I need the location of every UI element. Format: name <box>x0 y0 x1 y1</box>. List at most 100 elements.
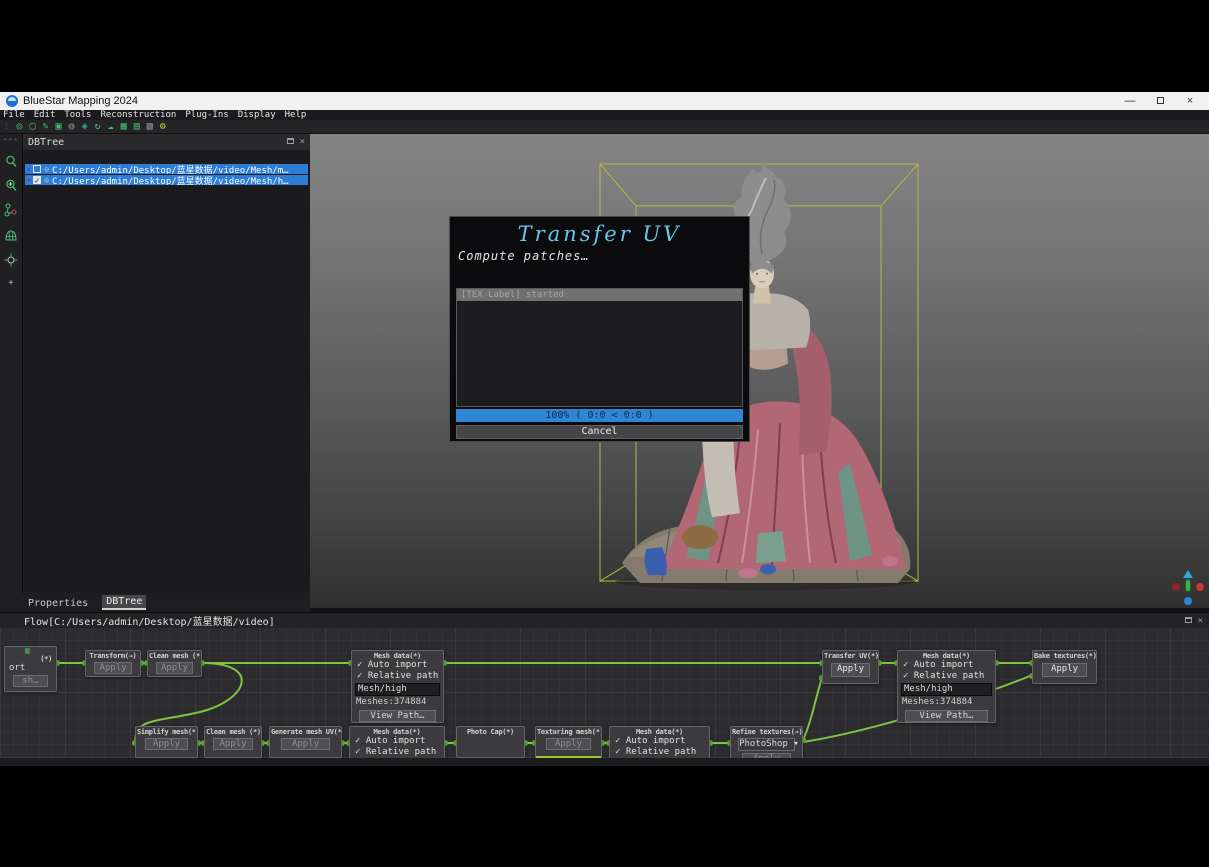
cloud-icon[interactable]: ☁ <box>108 121 114 133</box>
expand-arrow-icon[interactable]: ▸ <box>27 176 31 184</box>
apply-button[interactable]: Apply <box>213 738 252 750</box>
axis-gizmo[interactable] <box>1171 570 1205 606</box>
sync-icon[interactable]: ↻ <box>95 121 101 133</box>
viewport-3d-canvas[interactable] <box>310 134 1209 608</box>
flow-node-generate-mesh-uv[interactable]: Generate mesh UV(*) Apply <box>269 726 342 758</box>
checkbox-relative-path[interactable]: ✓ Relative path <box>898 671 995 682</box>
flow-header: Flow[C:/Users/admin/Desktop/蓝星数据/video] … <box>0 612 1209 628</box>
flow-bottom-strip <box>0 758 1209 766</box>
axis-y-icon <box>1185 579 1191 592</box>
transfer-uv-dialog: Transfer UV Compute patches… [TEX Label]… <box>449 216 750 442</box>
image-icon[interactable]: ▤ <box>134 121 140 133</box>
settings-icon[interactable]: ⚙ <box>160 121 166 133</box>
checkbox-auto-import[interactable]: ✓ Auto import <box>352 660 443 671</box>
flow-node-clean-mesh-2[interactable]: Clean mesh (*)Apply <box>204 726 262 758</box>
top-black-bar <box>0 0 1209 92</box>
flow-wire <box>803 678 822 740</box>
visibility-checkbox[interactable]: ✓ <box>33 176 41 184</box>
export-icon[interactable]: ▧ <box>147 121 153 133</box>
axis-z-icon <box>1183 570 1193 578</box>
checkbox-auto-import[interactable]: ✓ Auto import <box>898 660 995 671</box>
apply-button[interactable]: Apply <box>145 738 188 750</box>
node-title: Generate mesh UV(*) <box>270 727 341 736</box>
toolbar-grip: ⁞ <box>4 122 9 132</box>
flow-node-transfer-uv[interactable]: Transfer UV(*)Apply <box>822 650 879 684</box>
zoom-icon[interactable] <box>5 155 18 168</box>
flow-node-mesh-data-3[interactable]: Mesh data(*)✓ Auto import✓ Relative path <box>349 726 445 758</box>
flow-node-mesh-data-2[interactable]: Mesh data(*)✓ Auto import✓ Relative path… <box>897 650 996 723</box>
flow-node-simplify-mesh[interactable]: Simplify mesh(*) Apply <box>135 726 198 758</box>
apply-button[interactable]: Apply <box>94 662 132 674</box>
mesh-path-field[interactable]: Mesh/high <box>901 683 992 696</box>
apply-button[interactable]: Apply <box>281 738 331 750</box>
node-title: Simplify mesh(*) <box>136 727 197 736</box>
crop-icon[interactable]: ▢ <box>29 121 35 133</box>
flow-node-texturing-mesh[interactable]: Texturing mesh(*)Apply <box>535 726 602 758</box>
menu-item-tools[interactable]: Tools <box>64 110 91 120</box>
flow-node-graph[interactable]: ▥(*)ortsh…Transform(→)ApplyClean mesh (*… <box>0 628 1209 758</box>
eye-icon: ⊙ <box>44 165 49 174</box>
node-button[interactable]: sh… <box>13 675 49 687</box>
tab-dbtree[interactable]: DBTree <box>102 595 146 610</box>
checkbox-relative-path[interactable]: ✓ Relative path <box>352 671 443 682</box>
side-toolbar: ••• <box>0 134 22 593</box>
minimize-button[interactable]: — <box>1115 95 1145 107</box>
tab-properties[interactable]: Properties <box>24 597 92 610</box>
axis-x-neg-icon <box>1172 583 1180 591</box>
apply-button[interactable]: Apply <box>742 753 792 758</box>
navigate-icon[interactable]: ◎ <box>16 121 22 133</box>
add-icon[interactable]: + <box>8 278 13 288</box>
photoshop-select[interactable]: PhotoShop ▾ <box>738 738 795 751</box>
apply-button[interactable]: Apply <box>156 662 193 674</box>
dbtree-close-button[interactable]: × <box>300 137 305 147</box>
view-path-button[interactable]: View Path… <box>905 710 987 722</box>
menu-item-plug-ins[interactable]: Plug-Ins <box>185 110 228 120</box>
flow-node-mesh-data-4[interactable]: Mesh data(*)✓ Auto import✓ Relative path <box>609 726 710 758</box>
dialog-log-area: [TEX Label] started <box>456 288 743 407</box>
apply-button[interactable]: Apply <box>1042 663 1086 677</box>
menu-item-edit[interactable]: Edit <box>34 110 56 120</box>
cancel-button[interactable]: Cancel <box>456 425 743 439</box>
flow-node-refine-textures[interactable]: Refine textures(→)PhotoShop ▾Apply <box>730 726 803 758</box>
checkbox-auto-import[interactable]: ✓ Auto import <box>610 736 709 747</box>
close-button[interactable]: × <box>1175 95 1205 107</box>
restore-button[interactable] <box>1145 95 1175 107</box>
mesh-grid-icon[interactable] <box>4 229 18 242</box>
checkbox-auto-import[interactable]: ✓ Auto import <box>350 736 444 747</box>
dbtree-row-1[interactable]: ▸✓⊙C:/Users/admin/Desktop/蓝星数据/video/Mes… <box>25 175 308 185</box>
flow-node-clean-mesh-1[interactable]: Clean mesh (*)Apply <box>147 650 202 677</box>
dbtree-float-button[interactable] <box>287 137 294 147</box>
visibility-checkbox[interactable] <box>33 165 41 173</box>
zoom-in-icon[interactable] <box>5 179 18 192</box>
meshes-count-label: Meshes:374884 <box>898 696 995 708</box>
mesh-path-field[interactable]: Mesh/high <box>355 683 440 696</box>
draw-icon[interactable]: ✎ <box>42 121 48 133</box>
model-icon[interactable]: ◈ <box>82 121 88 133</box>
mesh-cube-icon[interactable]: ▦ <box>121 121 127 133</box>
flow-node-import-stub[interactable]: ▥(*)ortsh… <box>4 646 57 692</box>
side-toolbar-grip: ••• <box>3 136 19 144</box>
view-path-button[interactable]: View Path… <box>359 710 436 722</box>
flow-node-bake-textures[interactable]: Bake textures(*)Apply <box>1032 650 1097 684</box>
progress-bar: 100% ( 0:0 < 0:0 ) <box>456 409 743 422</box>
graph-nodes-icon[interactable] <box>4 203 18 218</box>
apply-button[interactable]: Apply <box>546 738 592 750</box>
checkbox-relative-path[interactable]: ✓ Relative path <box>350 747 444 758</box>
checkbox-relative-path[interactable]: ✓ Relative path <box>610 747 709 758</box>
flow-node-transform[interactable]: Transform(→)Apply <box>85 650 141 677</box>
menu-item-display[interactable]: Display <box>238 110 276 120</box>
uv-icon[interactable]: ◍ <box>69 121 75 133</box>
flow-float-button[interactable] <box>1185 616 1192 626</box>
flow-node-photo-cap[interactable]: Photo Cap(*) <box>456 726 525 758</box>
apply-button[interactable]: Apply <box>831 663 870 677</box>
menu-item-help[interactable]: Help <box>285 110 307 120</box>
dbtree-row-0[interactable]: ▸⊙C:/Users/admin/Desktop/蓝星数据/video/Mesh… <box>25 164 308 174</box>
flow-close-button[interactable]: × <box>1198 616 1203 626</box>
bottom-black-bar <box>0 766 1209 867</box>
menu-item-reconstruction[interactable]: Reconstruction <box>100 110 176 120</box>
move-target-icon[interactable] <box>4 253 18 267</box>
photo-frame-icon[interactable]: ▣ <box>56 121 62 133</box>
expand-arrow-icon[interactable]: ▸ <box>27 165 31 173</box>
flow-node-mesh-data-1[interactable]: Mesh data(*)✓ Auto import✓ Relative path… <box>351 650 444 723</box>
menu-item-file[interactable]: File <box>3 110 25 120</box>
